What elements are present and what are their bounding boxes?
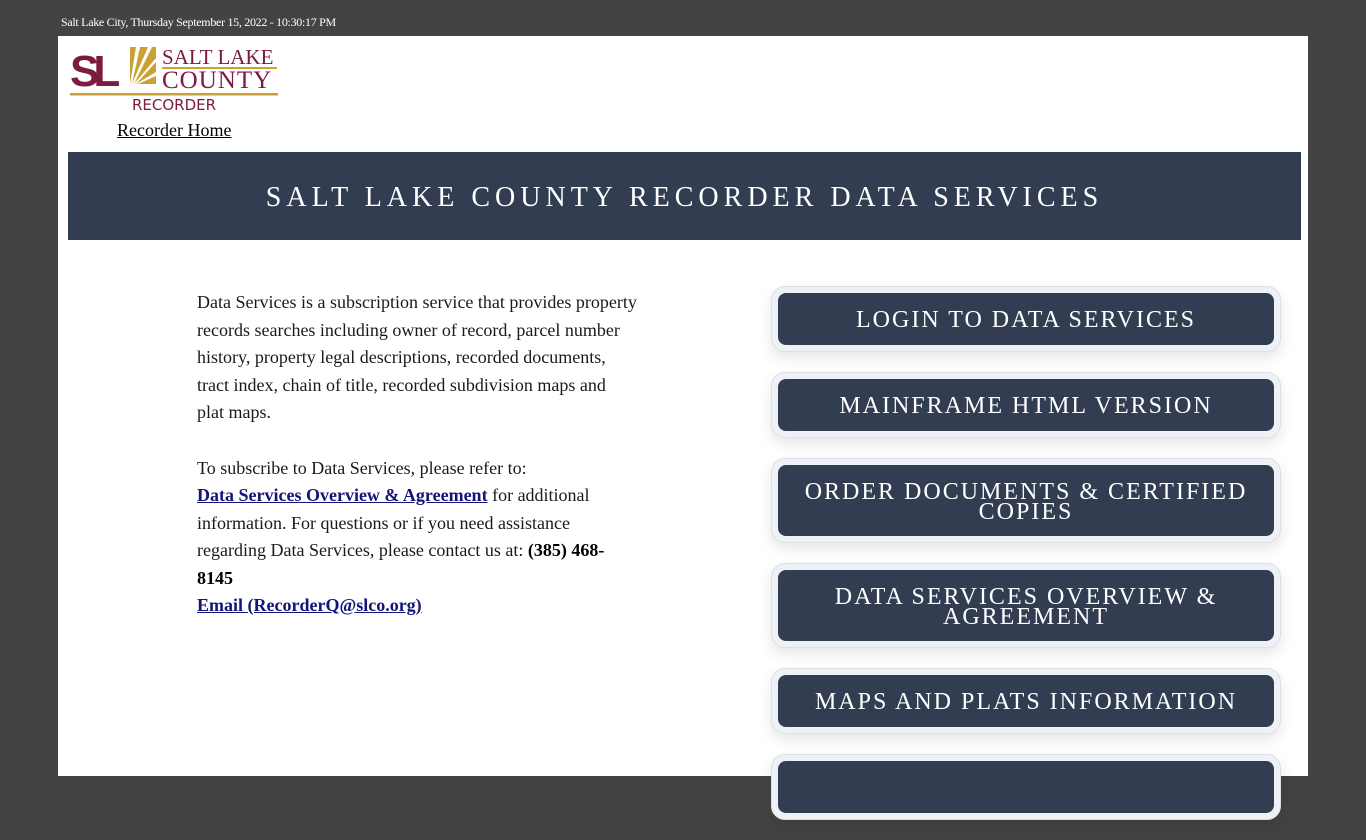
order-documents-button-frame: ORDER DOCUMENTS & CERTIFIED COPIES — [771, 458, 1281, 543]
maps-and-plats-button[interactable]: MAPS AND PLATS INFORMATION — [778, 675, 1274, 727]
overview-agreement-button-frame: DATA SERVICES OVERVIEW & AGREEMENT — [771, 563, 1281, 648]
page-banner: SALT LAKE COUNTY RECORDER DATA SERVICES — [68, 152, 1301, 240]
salt-lake-county-recorder-logo[interactable]: SL SALT LAKE COUNTY RECORDER — [70, 44, 280, 114]
page-title: SALT LAKE COUNTY RECORDER DATA SERVICES — [265, 182, 1104, 213]
subscribe-paragraph: To subscribe to Data Services, please re… — [197, 455, 637, 620]
maps-plats-button-frame: MAPS AND PLATS INFORMATION — [771, 668, 1281, 734]
agreement-link[interactable]: Data Services Overview & Agreement — [197, 485, 488, 505]
login-to-data-services-button[interactable]: LOGIN TO DATA SERVICES — [778, 293, 1274, 345]
login-button-frame: LOGIN TO DATA SERVICES — [771, 286, 1281, 352]
order-documents-button[interactable]: ORDER DOCUMENTS & CERTIFIED COPIES — [778, 465, 1274, 536]
logo-line2: COUNTY — [162, 67, 272, 94]
recorder-home-link[interactable]: Recorder Home — [117, 120, 231, 141]
intro-paragraph: Data Services is a subscription service … — [197, 292, 637, 422]
partial-button-frame — [771, 754, 1281, 820]
subscribe-lead: To subscribe to Data Services, please re… — [197, 457, 527, 478]
date-time-bar: Salt Lake City, Thursday September 15, 2… — [61, 15, 336, 29]
data-services-overview-button[interactable]: DATA SERVICES OVERVIEW & AGREEMENT — [778, 570, 1274, 641]
mainframe-html-version-button[interactable]: MAINFRAME HTML VERSION — [778, 379, 1274, 431]
logo-initials: SL — [70, 47, 119, 96]
logo-line1: SALT LAKE — [162, 45, 273, 69]
page-container: SL SALT LAKE COUNTY RECORDER Recorder Ho… — [58, 36, 1308, 820]
action-buttons: LOGIN TO DATA SERVICES MAINFRAME HTML VE… — [771, 286, 1281, 840]
partially-visible-button[interactable] — [778, 761, 1274, 813]
logo-line3: RECORDER — [132, 96, 216, 112]
description-section: Data Services is a subscription service … — [197, 289, 637, 648]
sunburst-icon — [130, 47, 156, 84]
logo-graphic: SL SALT LAKE COUNTY RECORDER — [70, 45, 278, 114]
mainframe-button-frame: MAINFRAME HTML VERSION — [771, 372, 1281, 438]
email-link[interactable]: Email (RecorderQ@slco.org) — [197, 595, 422, 615]
